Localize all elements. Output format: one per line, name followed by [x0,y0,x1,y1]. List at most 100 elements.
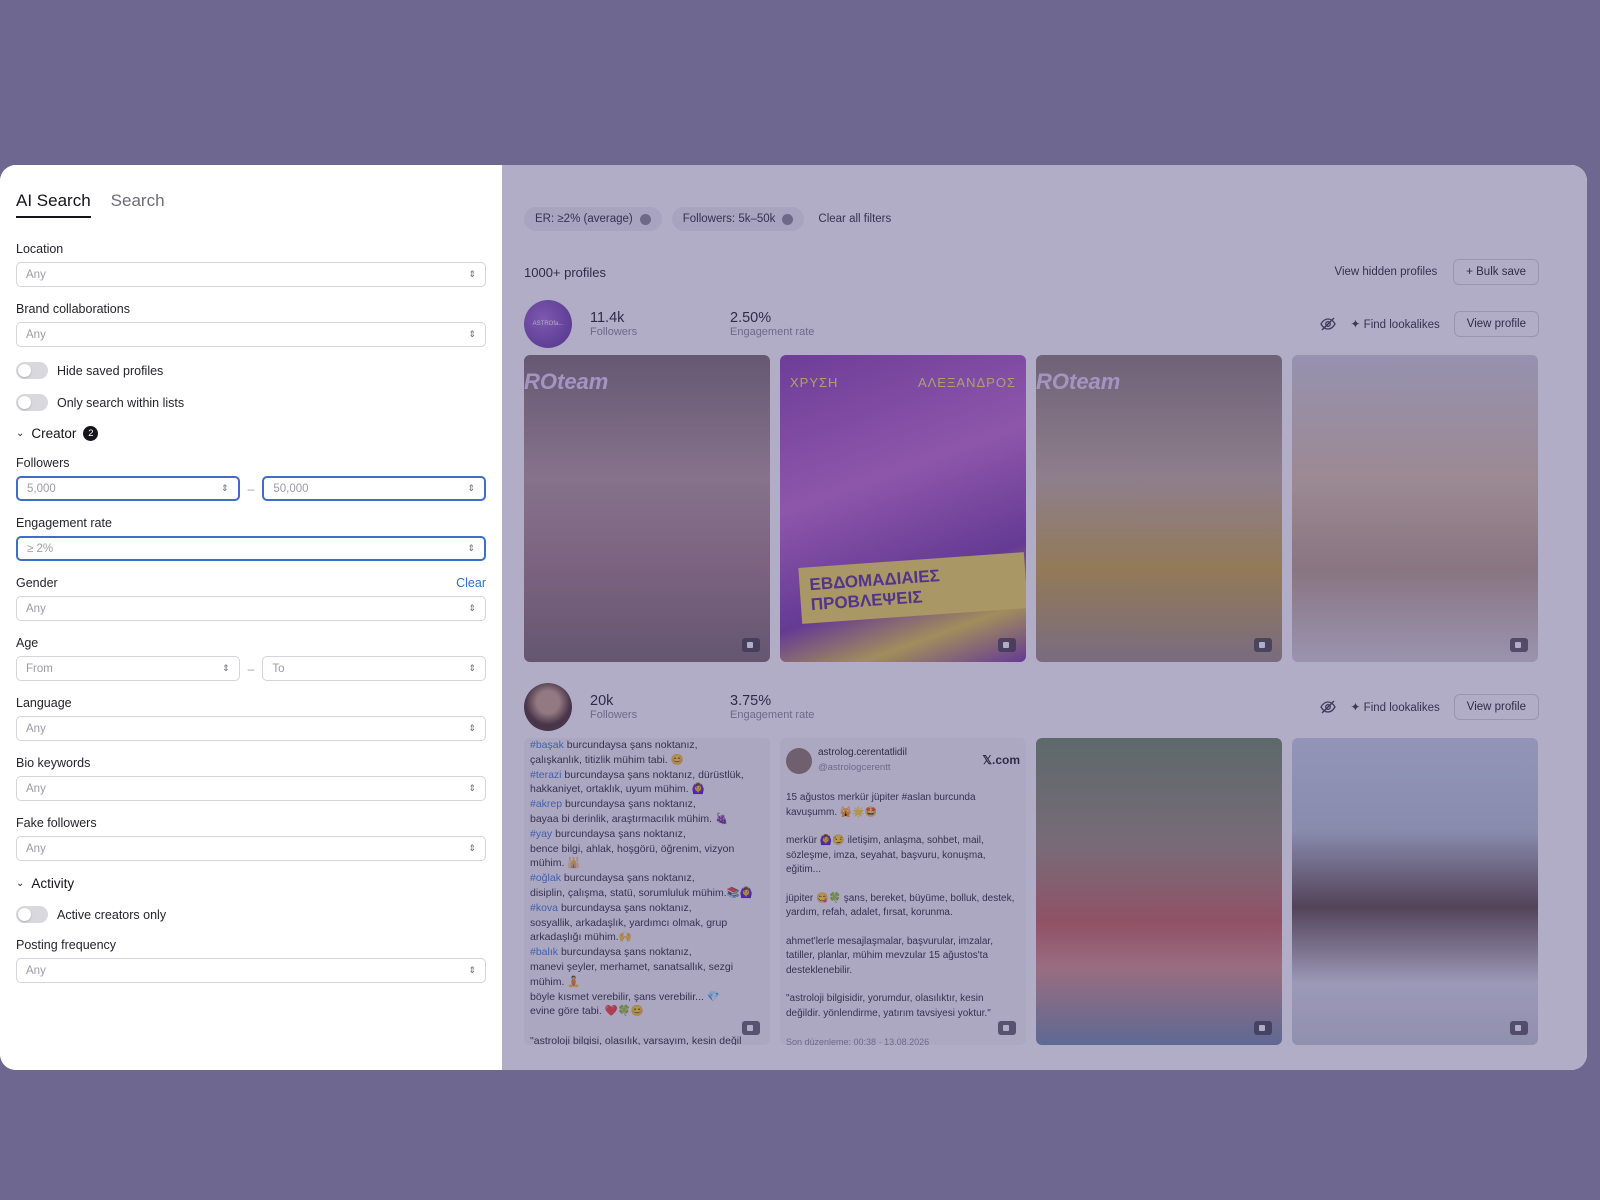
age-to-value: To [272,662,285,675]
hashtag[interactable]: #yay [530,828,552,840]
view-profile-button[interactable]: View profile [1453,694,1539,720]
media-tile[interactable] [1036,738,1282,1045]
post-text-line: sosyallik, arkadaşlık, yardımcı olmak, g… [530,916,728,929]
hashtag[interactable]: #akrep [530,798,562,810]
gender-label-row: Gender Clear [16,576,486,590]
gender-select[interactable]: Any ⇕ [16,596,486,621]
language-select[interactable]: Any ⇕ [16,716,486,741]
avatar[interactable] [524,683,572,731]
media-tile[interactable]: ROteam [524,355,770,662]
hide-saved-toggle[interactable] [16,362,48,379]
engagement-filter: Engagement rate ≥ 2% ⇕ [16,516,486,561]
updown-icon: ⇕ [468,663,476,673]
hashtag[interactable]: #başak [530,739,564,751]
video-icon [742,638,760,652]
gender-clear-link[interactable]: Clear [456,576,486,590]
hashtag[interactable]: #balık [530,946,558,958]
avatar[interactable]: ASTROfa... [524,300,572,348]
post-text-line: hakkaniyet, ortaklık, uyum mühim. 🙆‍♀️ [530,783,705,796]
eye-off-icon[interactable] [1320,316,1337,332]
view-hidden-profiles-link[interactable]: View hidden profiles [1335,266,1438,278]
engagement-value: 2.50% [730,310,772,326]
engagement-stat: 3.75% Engagement rate [730,693,850,721]
post-text-line: #kova burcundaysa şans noktanız, [530,901,692,914]
hashtag[interactable]: #terazi [530,769,562,781]
bio-select[interactable]: Any ⇕ [16,776,486,801]
followers-stat: 11.4k Followers [590,310,710,338]
post-text-line: arkadaşlığı mühim.🙌 [530,931,632,944]
within-lists-toggle[interactable] [16,394,48,411]
remove-icon[interactable] [782,213,794,225]
post-text-line: #akrep burcundaysa şans noktanız, [530,798,696,811]
tile-name-right: ΑΛΕΞΑΝΔΡΟΣ [917,375,1016,390]
eye-off-icon[interactable] [1320,699,1337,715]
filter-chip-label: Followers: 5k–50k [682,213,776,225]
filter-chip-followers[interactable]: Followers: 5k–50k [671,207,805,231]
tab-ai-search[interactable]: AI Search [16,191,91,218]
tile-banner: ΕΒΔΟΜΑΔΙΑΙΕΣ ΠΡΟΒΛΕΨΕΙΣ [798,552,1026,624]
tab-search[interactable]: Search [111,191,165,218]
tweet-paragraph: merkür 🙆‍♀️😏 iletişim, anlaşma, sohbet, … [786,835,986,875]
brand-label: Brand collaborations [16,302,130,316]
posting-frequency-label: Posting frequency [16,938,117,952]
within-lists-label: Only search within lists [57,395,185,410]
hide-saved-label: Hide saved profiles [57,363,164,378]
filter-sidebar: AI Search Search Location Any ⇕ Brand col… [0,165,502,1070]
bulk-save-button[interactable]: + Bulk save [1453,259,1539,285]
profile-header: ASTROfa... 11.4k Followers 2.50% Engagem… [524,299,1539,349]
language-label: Language [16,696,72,710]
find-lookalikes-button[interactable]: ✦ Find lookalikes [1350,317,1439,331]
chevron-down-icon: ⌄ [16,428,25,439]
followers-min-select[interactable]: 5,000 ⇕ [16,476,240,501]
tweet-paragraph: 15 ağustos merkür jüpiter #aslan burcund… [786,792,976,818]
view-profile-button[interactable]: View profile [1453,311,1539,337]
hashtag[interactable]: #oğlak [530,872,561,884]
media-grid: #başak burcundaysa şans noktanız, çalışka… [524,738,1539,1045]
age-to-select[interactable]: To ⇕ [262,656,486,681]
followers-value: 20k [590,693,614,709]
remove-icon[interactable] [639,213,651,225]
engagement-label: Engagement rate [730,709,815,721]
brand-value: Any [26,328,46,341]
video-icon [1510,638,1528,652]
media-tile[interactable]: ΧΡΥΣΗ ΑΛΕΞΑΝΔΡΟΣ ΕΒΔΟΜΑΔΙΑΙΕΣ ΠΡΟΒΛΕΨΕΙΣ [780,355,1026,662]
engagement-stat: 2.50% Engagement rate [730,310,850,338]
brand-select[interactable]: Any ⇕ [16,322,486,347]
posting-frequency-filter: Posting frequency Any ⇕ [16,938,486,983]
profile-header: 20k Followers 3.75% Engagement rate ✦ Fi… [524,682,1539,732]
updown-icon: ⇕ [221,483,229,493]
profile-card: ASTROfa... 11.4k Followers 2.50% Engagem… [524,299,1539,662]
video-icon [1254,638,1272,652]
followers-max-value: 50,000 [273,482,309,495]
results-count: 1000+ profiles [524,264,607,280]
posting-frequency-select[interactable]: Any ⇕ [16,958,486,983]
media-tile[interactable] [1292,738,1538,1045]
followers-label: Followers [590,709,638,721]
post-text-line [530,1019,764,1034]
filter-chip-er[interactable]: ER: ≥2% (average) [524,207,662,231]
activity-section-header[interactable]: ⌄ Activity [16,876,486,891]
fake-followers-filter: Fake followers Any ⇕ [16,816,486,861]
location-select[interactable]: Any ⇕ [16,262,486,287]
active-creators-toggle[interactable] [16,906,48,923]
post-text-line: bence bilgi, ahlak, hoşgörü, öğrenim, vi… [530,842,735,855]
engagement-select[interactable]: ≥ 2% ⇕ [16,536,486,561]
filter-chip-label: ER: ≥2% (average) [535,213,633,225]
tweet-header: astrolog.cerentatlidil @astrologcerentt … [786,746,1020,775]
clear-all-filters-link[interactable]: Clear all filters [818,213,891,225]
followers-max-select[interactable]: 50,000 ⇕ [262,476,486,501]
media-tile[interactable]: astrolog.cerentatlidil @astrologcerentt … [780,738,1026,1045]
hashtag[interactable]: #kova [530,902,558,914]
chevron-down-icon: ⌄ [16,878,25,889]
followers-min-value: 5,000 [27,482,56,495]
media-tile[interactable] [1292,355,1538,662]
brand-filter: Brand collaborations Any ⇕ [16,302,486,347]
creator-section-header[interactable]: ⌄ Creator 2 [16,426,486,441]
bio-value: Any [26,782,46,795]
age-from-select[interactable]: From ⇕ [16,656,240,681]
fake-followers-select[interactable]: Any ⇕ [16,836,486,861]
find-lookalikes-button[interactable]: ✦ Find lookalikes [1350,700,1439,714]
media-grid: ROteam ΧΡΥΣΗ ΑΛΕΞΑΝΔΡΟΣ ΕΒΔΟΜΑΔΙΑΙΕΣ ΠΡΟΒ… [524,355,1539,662]
media-tile[interactable]: #başak burcundaysa şans noktanız, çalışka… [524,738,770,1045]
media-tile[interactable]: ROteam [1036,355,1282,662]
